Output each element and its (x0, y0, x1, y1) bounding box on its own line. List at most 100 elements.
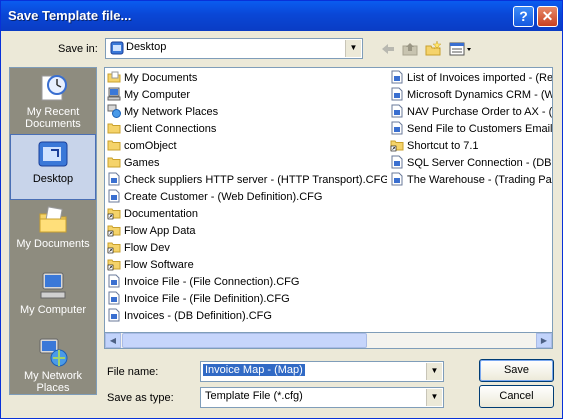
file-list-item[interactable]: Check suppliers HTTP server - (HTTP Tran… (107, 172, 387, 189)
desktop-icon (37, 139, 69, 171)
cfg-file-icon (390, 121, 404, 135)
place-desktop[interactable]: Desktop (10, 134, 96, 200)
file-list-item[interactable]: comObject (107, 138, 387, 155)
cfg-file-icon (107, 308, 121, 322)
file-name-text: Flow Software (124, 259, 194, 271)
chevron-down-icon[interactable]: ▼ (426, 363, 442, 380)
file-name-text: Invoice File - (File Connection).CFG (124, 276, 300, 288)
file-name-text: My Documents (124, 72, 198, 84)
cfg-file-icon (390, 104, 404, 118)
file-name-text: My Computer (124, 89, 191, 101)
network-places-icon (37, 336, 69, 368)
help-icon[interactable]: ? (513, 6, 534, 27)
file-name-text: Client Connections (124, 123, 217, 135)
file-name-text: Microsoft Dynamics CRM - (We (407, 89, 553, 101)
file-list-item[interactable]: Invoices - (DB Definition).CFG (107, 308, 387, 325)
dialog-title: Save Template file... (8, 8, 132, 23)
file-name-label: File name: (107, 366, 159, 378)
chevron-down-icon[interactable]: ▼ (345, 40, 361, 57)
place-recent-documents[interactable]: My Recent Documents (10, 68, 96, 134)
file-list-item[interactable]: NAV Purchase Order to AX - (A (390, 104, 552, 121)
place-my-documents[interactable]: My Documents (10, 200, 96, 266)
places-bar: My Recent Documents Desktop My Documents… (9, 67, 97, 395)
file-name-text: SQL Server Connection - (DB C (407, 157, 553, 169)
file-name-text: Flow App Data (124, 225, 196, 237)
file-list-item[interactable]: Flow App Data (107, 223, 387, 240)
close-icon[interactable]: ✕ (537, 6, 558, 27)
file-list-item[interactable]: Invoice File - (File Connection).CFG (107, 274, 387, 291)
cfg-file-icon (390, 87, 404, 101)
file-name-input[interactable]: Invoice Map - (Map) ▼ (200, 361, 444, 382)
file-name-text: The Warehouse - (Trading Par (407, 174, 553, 186)
file-list-item[interactable]: Client Connections (107, 121, 387, 138)
up-folder-icon[interactable] (401, 40, 419, 58)
file-list-item[interactable]: My Computer (107, 87, 387, 104)
cfg-file-icon (107, 172, 121, 186)
file-name-text: comObject (124, 140, 177, 152)
title-bar[interactable]: Save Template file... ? ✕ (1, 1, 562, 31)
save-in-label: Save in: (58, 43, 98, 55)
file-name-text: Shortcut to 7.1 (407, 140, 479, 152)
save-as-type-value: Template File (*.cfg) (205, 390, 303, 402)
horizontal-scrollbar[interactable]: ◀ ▶ (104, 332, 553, 349)
save-dialog: Save Template file... ? ✕ Save in: Deskt… (0, 0, 563, 419)
folder-icon (107, 121, 121, 135)
cfg-file-icon (107, 189, 121, 203)
cfg-file-icon (390, 70, 404, 84)
file-name-text: Invoice File - (File Definition).CFG (124, 293, 290, 305)
chevron-down-icon[interactable]: ▼ (426, 389, 442, 406)
file-list-item[interactable]: List of Invoices imported - (Rep (390, 70, 552, 87)
new-folder-icon[interactable] (424, 40, 442, 58)
file-name-text: Create Customer - (Web Definition).CFG (124, 191, 323, 203)
cfg-file-icon (107, 291, 121, 305)
file-list-item[interactable]: Games (107, 155, 387, 172)
save-button[interactable]: Save (479, 359, 554, 382)
shortcut-folder-icon (107, 206, 121, 220)
place-label: My Computer (19, 304, 87, 316)
recent-documents-icon (37, 72, 69, 104)
shortcut-folder-icon (390, 138, 404, 152)
file-name-value: Invoice Map - (Map) (203, 364, 305, 376)
folder-icon (107, 155, 121, 169)
file-list-item[interactable]: Flow Dev (107, 240, 387, 257)
file-list[interactable]: My Documents My Computer My Network Places… (104, 67, 553, 349)
file-name-text: Documentation (124, 208, 198, 220)
file-list-item[interactable]: My Network Places (107, 104, 387, 121)
my-documents-icon (107, 70, 121, 84)
file-list-item[interactable]: Invoice File - (File Definition).CFG (107, 291, 387, 308)
file-name-text: Flow Dev (124, 242, 170, 254)
file-list-item[interactable]: Create Customer - (Web Definition).CFG (107, 189, 387, 206)
cancel-button[interactable]: Cancel (479, 385, 554, 408)
my-documents-icon (37, 204, 69, 236)
cfg-file-icon (107, 274, 121, 288)
network-places-icon (107, 104, 121, 118)
file-name-text: Send File to Customers Email - (407, 123, 553, 135)
save-as-type-dropdown[interactable]: Template File (*.cfg) ▼ (200, 387, 444, 408)
cfg-file-icon (390, 155, 404, 169)
scroll-thumb[interactable] (122, 333, 367, 348)
save-in-value: Desktop (126, 41, 167, 53)
file-list-item[interactable]: The Warehouse - (Trading Par (390, 172, 553, 189)
file-list-item[interactable]: My Documents (107, 70, 387, 87)
file-name-text: Games (124, 157, 160, 169)
my-computer-icon (37, 270, 69, 302)
place-my-computer[interactable]: My Computer (10, 266, 96, 332)
file-name-text: My Network Places (124, 106, 219, 118)
save-in-dropdown[interactable]: Desktop ▼ (105, 38, 363, 59)
views-menu-icon[interactable] (448, 40, 474, 58)
file-list-item[interactable]: Documentation (107, 206, 387, 223)
scroll-right-icon[interactable]: ▶ (536, 333, 552, 348)
file-list-item[interactable]: Send File to Customers Email - (390, 121, 553, 138)
place-label: Desktop (32, 173, 74, 185)
scroll-left-icon[interactable]: ◀ (105, 333, 121, 348)
back-icon[interactable] (379, 40, 397, 58)
file-list-item[interactable]: Microsoft Dynamics CRM - (We (390, 87, 553, 104)
file-list-item[interactable]: SQL Server Connection - (DB C (390, 155, 553, 172)
place-label: My Recent Documents (25, 106, 81, 130)
file-list-item[interactable]: Flow Software (107, 257, 387, 274)
file-list-item[interactable]: Shortcut to 7.1 (390, 138, 552, 155)
place-label: My Documents (16, 238, 90, 250)
shortcut-folder-icon (107, 240, 121, 254)
shortcut-folder-icon (107, 257, 121, 271)
place-network-places[interactable]: My Network Places (10, 332, 96, 394)
